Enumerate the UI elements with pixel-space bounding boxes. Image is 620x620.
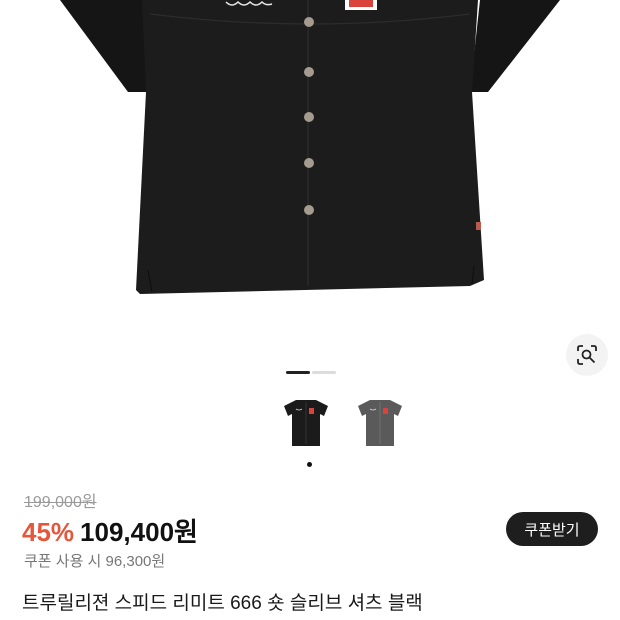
shirt-image bbox=[60, 0, 560, 294]
product-title: 트루릴리젼 스피드 리미트 666 숏 슬리브 셔츠 블랙 bbox=[22, 593, 423, 614]
thumbnail-black[interactable] bbox=[278, 396, 334, 452]
sale-price: 109,400원 bbox=[80, 517, 198, 547]
discount-rate: 45% bbox=[22, 517, 75, 547]
thumbnail-gray[interactable] bbox=[352, 396, 408, 452]
pager-indicator bbox=[312, 371, 336, 374]
lens-search-icon bbox=[577, 345, 597, 365]
image-pager bbox=[286, 371, 336, 374]
price-row: 45% 109,400원 bbox=[22, 512, 198, 549]
get-coupon-button[interactable]: 쿠폰받기 bbox=[506, 512, 598, 546]
thumbnail-selected-dot bbox=[307, 462, 312, 467]
original-price: 199,000원 bbox=[24, 494, 97, 511]
pager-indicator-active bbox=[286, 371, 310, 374]
shirt-thumbnail-gray bbox=[358, 400, 402, 446]
product-hero-image[interactable] bbox=[0, 0, 620, 340]
coupon-price-note: 쿠폰 사용 시 96,300원 bbox=[24, 553, 166, 570]
color-thumbnails bbox=[278, 396, 408, 452]
shirt-thumbnail-black bbox=[284, 400, 328, 446]
image-search-button[interactable] bbox=[566, 334, 608, 376]
